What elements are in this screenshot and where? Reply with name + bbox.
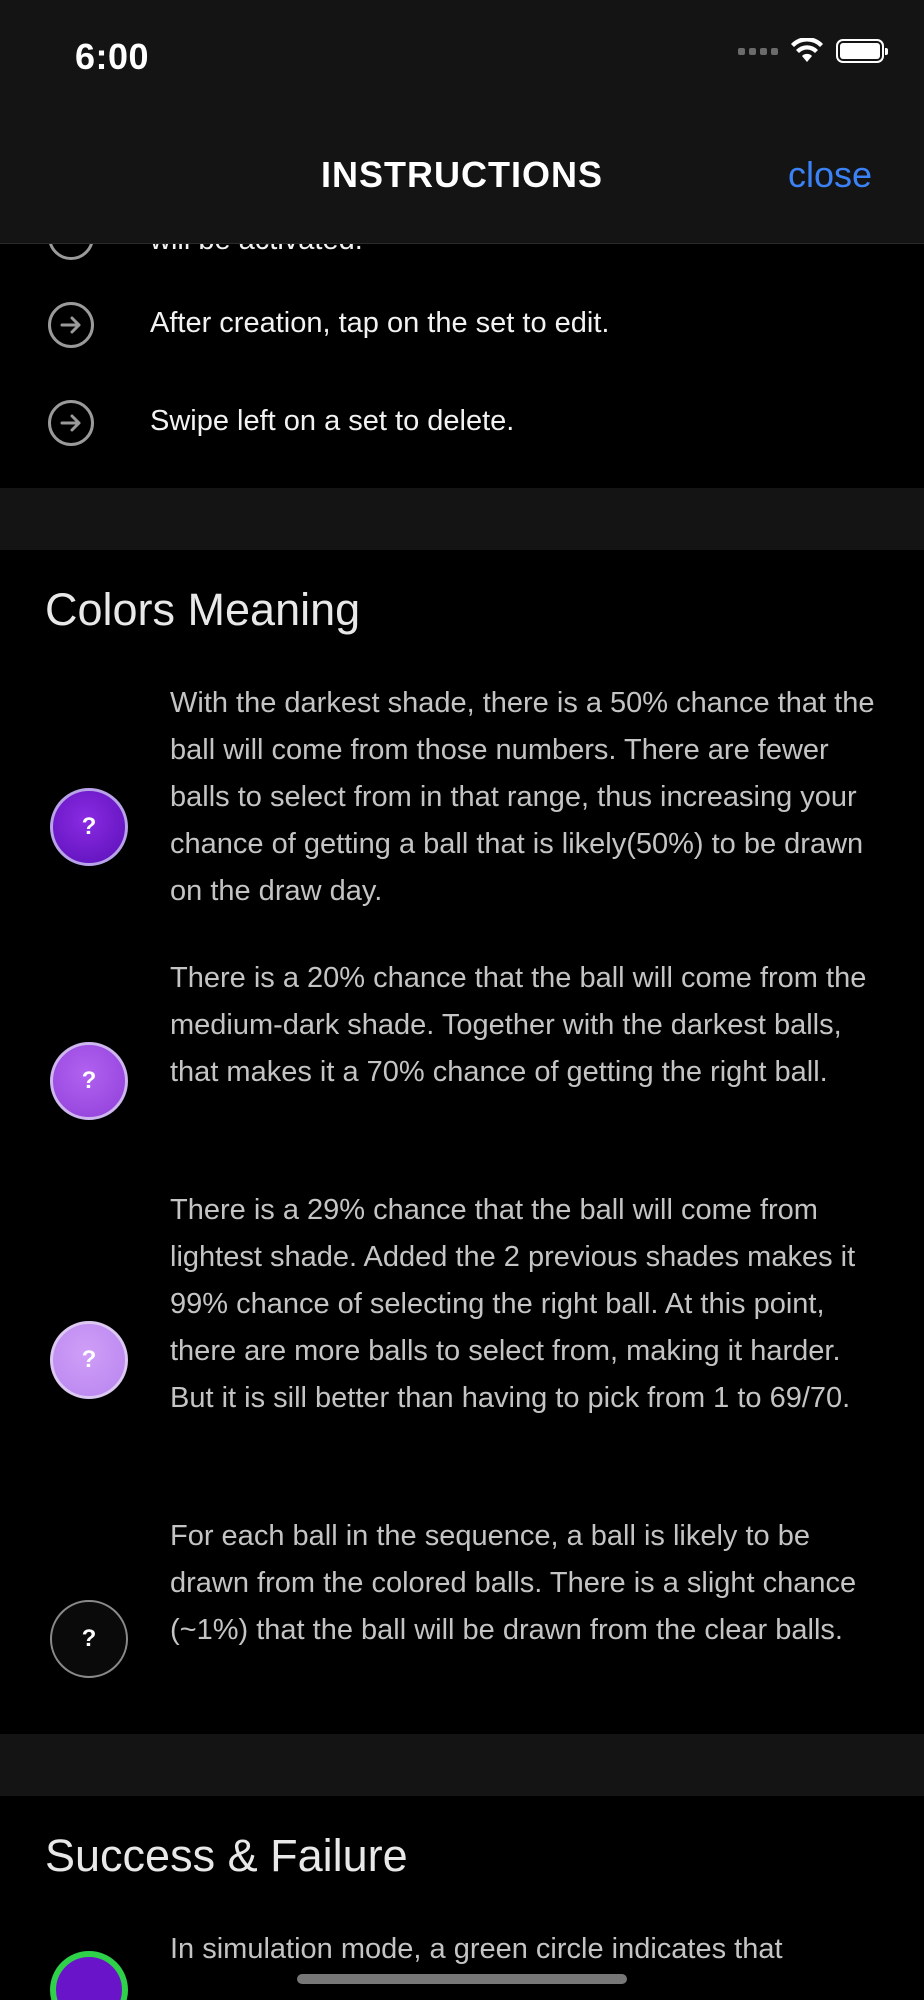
section-title: Success & Failure <box>45 1830 408 1881</box>
cellular-signal-icon <box>738 47 778 55</box>
status-bar: 6:00 <box>0 0 924 110</box>
arrow-right-circle-icon <box>48 302 94 348</box>
navigation-bar: INSTRUCTIONS close <box>0 110 924 244</box>
color-item-darkest: ? With the darkest shade, there is a 50%… <box>0 680 924 920</box>
medium-ball-icon: ? <box>50 1042 128 1120</box>
color-description: There is a 20% chance that the ball will… <box>170 962 867 1088</box>
tip-text: will be activated. <box>150 244 363 257</box>
success-description: In simulation mode, a green circle indic… <box>170 1933 783 1965</box>
color-description: There is a 29% chance that the ball will… <box>170 1194 856 1414</box>
colors-meaning-section: Colors Meaning ? With the darkest shade,… <box>0 550 924 1734</box>
clear-ball-icon: ? <box>50 1600 128 1678</box>
instructions-scroll-view[interactable]: will be activated. After creation, tap o… <box>0 244 924 2000</box>
section-divider <box>0 488 924 550</box>
color-description: With the darkest shade, there is a 50% c… <box>170 687 875 907</box>
color-item-clear: ? For each ball in the sequence, a ball … <box>0 1513 924 1713</box>
tip-item: After creation, tap on the set to edit. <box>0 299 924 379</box>
page-title: INSTRUCTIONS <box>321 154 603 195</box>
tip-text: Swipe left on a set to delete. <box>150 405 515 437</box>
dark-ball-icon: ? <box>50 788 128 866</box>
tip-item: Swipe left on a set to delete. <box>0 397 924 477</box>
color-description: For each ball in the sequence, a ball is… <box>170 1520 857 1646</box>
wifi-icon <box>791 38 823 62</box>
section-divider <box>0 1734 924 1796</box>
arrow-right-circle-icon <box>48 244 94 260</box>
green-circle-ball-icon <box>50 1951 128 2000</box>
status-indicators <box>738 38 888 64</box>
battery-icon <box>836 39 888 63</box>
home-indicator[interactable] <box>297 1974 627 1984</box>
close-button[interactable]: close <box>788 154 872 196</box>
light-ball-icon: ? <box>50 1321 128 1399</box>
status-time: 6:00 <box>75 36 150 77</box>
section-title: Colors Meaning <box>45 584 361 635</box>
color-item-lightest: ? There is a 29% chance that the ball wi… <box>0 1187 924 1477</box>
tip-text: After creation, tap on the set to edit. <box>150 307 610 339</box>
arrow-right-circle-icon <box>48 400 94 446</box>
success-failure-section: Success & Failure In simulation mode, a … <box>0 1796 924 2000</box>
color-item-medium: ? There is a 20% chance that the ball wi… <box>0 955 924 1155</box>
tips-section: will be activated. After creation, tap o… <box>0 244 924 488</box>
